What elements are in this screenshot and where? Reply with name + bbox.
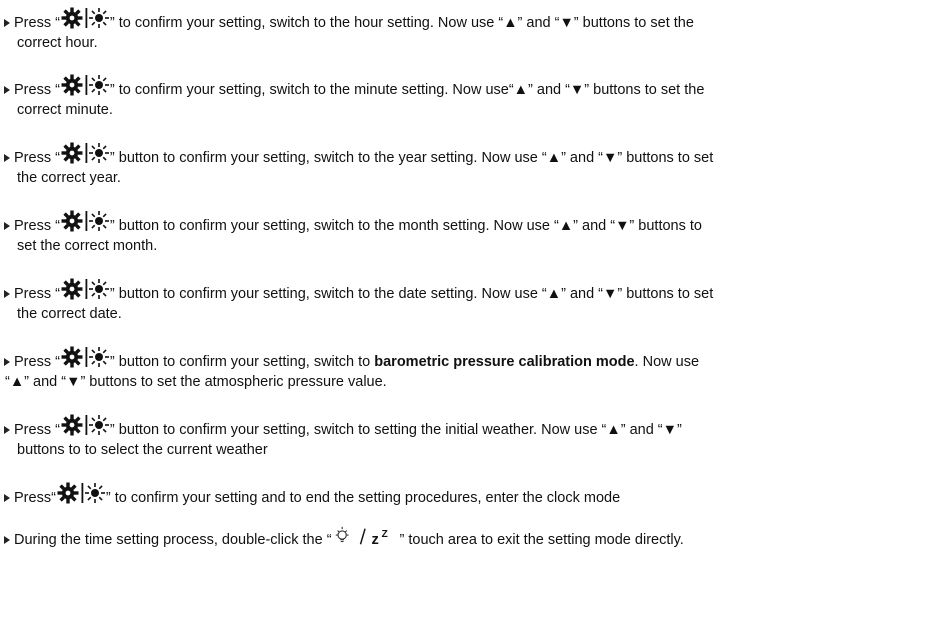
instruction-text: Press “	[14, 286, 60, 302]
instruction-text: correct minute.	[17, 102, 113, 118]
instruction-text: . Now use	[634, 354, 700, 370]
instruction-text: correct hour.	[17, 35, 98, 51]
instruction-item: Press “ ” to confirm your setting, switch…	[4, 73, 924, 123]
instruction-line: buttons to to select the current weather	[4, 438, 924, 463]
instruction-page: Press “ ” to confirm your setting, switch…	[0, 0, 938, 626]
instruction-text: Press “	[14, 15, 60, 31]
instruction-line: Press “ ” to confirm your setting, switch…	[4, 6, 924, 31]
instruction-line: Press “ ” button to confirm your setting,…	[4, 209, 924, 234]
instruction-text: ” button to confirm your setting, switch…	[109, 354, 375, 370]
instruction-text: ” button to confirm your setting, switch…	[109, 218, 702, 234]
settings-brightness-button-icon	[61, 209, 109, 233]
instruction-text: the correct year.	[17, 170, 121, 186]
instruction-text: ” to confirm your setting, switch to the…	[109, 15, 694, 31]
settings-brightness-button-icon	[61, 277, 109, 301]
instruction-text: Press “	[14, 150, 60, 166]
instruction-line: Press “ ” to confirm your setting, switch…	[4, 73, 924, 98]
instruction-item: During the time setting process, double-…	[4, 525, 924, 550]
settings-brightness-button-icon	[61, 6, 109, 30]
instruction-text: Press“	[14, 490, 56, 506]
light-snooze-touch-icon	[333, 525, 399, 547]
instruction-item: Press “ ” button to confirm your setting,…	[4, 277, 924, 327]
bullet-arrow-icon	[4, 358, 10, 366]
settings-brightness-button-icon	[57, 481, 105, 505]
instruction-item: Press “ ” button to confirm your setting,…	[4, 413, 924, 463]
bullet-arrow-icon	[4, 19, 10, 27]
instruction-text: Press “	[14, 218, 60, 234]
instruction-line: Press “ ” button to confirm your setting,…	[4, 345, 924, 370]
settings-brightness-button-icon	[61, 345, 109, 369]
instruction-text: ” button to confirm your setting, switch…	[109, 422, 682, 438]
instruction-item: Press“ ” to confirm your setting and to e…	[4, 481, 924, 506]
instruction-text: set the correct month.	[17, 238, 158, 254]
instruction-line: Press “ ” button to confirm your setting,…	[4, 277, 924, 302]
settings-brightness-button-icon	[61, 141, 109, 165]
instruction-text: During the time setting process, double-…	[14, 532, 332, 548]
bullet-arrow-icon	[4, 290, 10, 298]
instruction-text: ” touch area to exit the setting mode di…	[399, 532, 684, 548]
instruction-text: ” button to confirm your setting, switch…	[109, 286, 714, 302]
instruction-line: the correct year.	[4, 166, 924, 191]
bullet-arrow-icon	[4, 86, 10, 94]
instruction-item: Press “ ” button to confirm your setting,…	[4, 345, 924, 395]
settings-brightness-button-icon	[61, 73, 109, 97]
instruction-line: the correct date.	[4, 302, 924, 327]
instruction-line: correct minute.	[4, 98, 924, 123]
instruction-text: ” button to confirm your setting, switch…	[109, 150, 714, 166]
instruction-item: Press “ ” button to confirm your setting,…	[4, 209, 924, 259]
bullet-arrow-icon	[4, 426, 10, 434]
instruction-item: Press “ ” button to confirm your setting,…	[4, 141, 924, 191]
bullet-arrow-icon	[4, 154, 10, 162]
instruction-line: “▲” and “▼” buttons to set the atmospher…	[4, 370, 924, 395]
instruction-line: Press “ ” button to confirm your setting,…	[4, 413, 924, 438]
instruction-line: set the correct month.	[4, 234, 924, 259]
instruction-text: Press “	[14, 422, 60, 438]
instruction-line: Press“ ” to confirm your setting and to e…	[4, 481, 924, 506]
bullet-arrow-icon	[4, 222, 10, 230]
settings-brightness-button-icon	[61, 413, 109, 437]
instruction-line: During the time setting process, double-…	[4, 525, 924, 550]
instruction-line: correct hour.	[4, 31, 924, 56]
instruction-text: Press “	[14, 82, 60, 98]
instruction-text: ” to confirm your setting and to end the…	[105, 490, 621, 506]
bullet-arrow-icon	[4, 536, 10, 544]
instruction-text: ” to confirm your setting, switch to the…	[109, 82, 705, 98]
bullet-arrow-icon	[4, 494, 10, 502]
instruction-text: Press “	[14, 354, 60, 370]
instruction-text: the correct date.	[17, 306, 122, 322]
instruction-line: Press “ ” button to confirm your setting,…	[4, 141, 924, 166]
instruction-text: “▲” and “▼” buttons to set the atmospher…	[5, 374, 387, 390]
instruction-text: buttons to to select the current weather	[17, 442, 268, 458]
instruction-emphasis: barometric pressure calibration mode	[374, 354, 635, 370]
instruction-item: Press “ ” to confirm your setting, switch…	[4, 6, 924, 56]
